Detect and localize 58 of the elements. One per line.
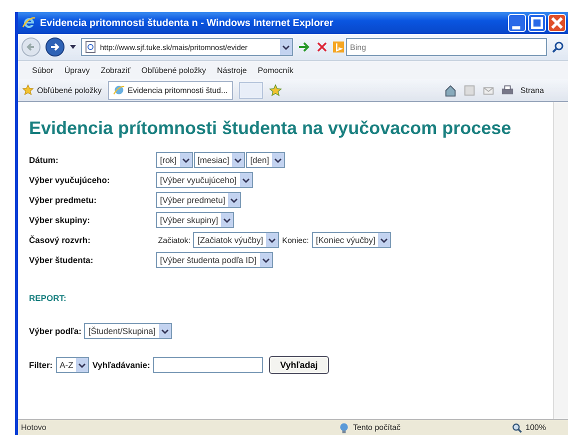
dropdown[interactable]: [mesiac]: [194, 152, 246, 168]
field-label: Časový rozvrh:: [29, 235, 92, 245]
menu-item[interactable]: Súbor: [32, 66, 54, 74]
dropdown[interactable]: [rok]: [156, 152, 193, 168]
menu-item[interactable]: Pomocník: [258, 66, 294, 74]
go-arrow-icon[interactable]: [297, 40, 311, 54]
field-label: Výber vyučujúceho:: [29, 175, 111, 185]
dropdown[interactable]: [Koniec výučby]: [312, 232, 392, 248]
search-provider-icon: [333, 41, 344, 53]
dropdown[interactable]: [Výber skupiny]: [156, 212, 234, 228]
dropdown[interactable]: [Začiatok výučby]: [193, 232, 280, 248]
page-heading: Evidencia prítomnosti študenta na vyučovacom procese: [29, 118, 512, 139]
forward-button[interactable]: [45, 37, 65, 57]
dropdown[interactable]: [Výber predmetu]: [156, 192, 242, 208]
section-title: REPORT:: [29, 293, 68, 303]
dropdown[interactable]: [Výber študenta podľa ID]: [156, 252, 273, 268]
page-icon: [85, 41, 96, 53]
search-field[interactable]: Bing: [346, 38, 547, 56]
star-icon: [22, 84, 34, 96]
browser-tab[interactable]: Evidencia pritomnosti štud...: [108, 80, 233, 100]
add-favorite-icon[interactable]: [268, 84, 282, 96]
close-button[interactable]: [548, 14, 566, 32]
minimize-button[interactable]: [508, 14, 526, 32]
security-zone: Tento počítač: [338, 422, 401, 434]
stop-icon[interactable]: [315, 40, 329, 54]
search-icon[interactable]: [551, 40, 565, 54]
home-icon[interactable]: [444, 84, 458, 96]
zoom-level[interactable]: 100%: [510, 422, 546, 434]
field-label: Koniec:: [282, 236, 309, 244]
search-input[interactable]: [153, 357, 264, 373]
field-label: Filter:: [29, 360, 53, 370]
maximize-button[interactable]: [528, 14, 546, 32]
favorites-button[interactable]: Obľúbené položky: [22, 84, 102, 96]
status-text: Hotovo: [21, 423, 48, 432]
field-label: Výber podľa:: [29, 326, 82, 336]
magnifier-icon: [510, 422, 523, 434]
dropdown[interactable]: [Výber vyučujúceho]: [156, 172, 253, 188]
field-label: Výber predmetu:: [29, 195, 98, 205]
menu-item[interactable]: Obľúbené položky: [141, 66, 206, 74]
page-menu[interactable]: Strana: [520, 86, 544, 94]
dropdown[interactable]: [den]: [246, 152, 286, 168]
printer-icon[interactable]: [501, 84, 514, 96]
search-button[interactable]: Vyhľadaj: [269, 356, 329, 374]
field-label: Výber študenta:: [29, 255, 94, 265]
window-title: Evidencia pritomnosti študenta n - Windows Internet Explorer: [40, 18, 334, 28]
menu-item[interactable]: Zobraziť: [100, 66, 130, 74]
menu-item[interactable]: Nástroje: [217, 66, 247, 74]
field-label: Vyhľadávanie:: [92, 360, 150, 370]
e-logo-icon: [22, 16, 36, 30]
dropdown[interactable]: A-Z: [56, 357, 90, 373]
field-label: Výber skupiny:: [29, 215, 91, 225]
caret-icon[interactable]: [69, 43, 77, 51]
dropdown[interactable]: [Študent/Skupina]: [84, 323, 172, 339]
menu-item[interactable]: Úpravy: [64, 66, 90, 74]
e-logo-icon: [112, 84, 125, 96]
field-label: Dátum:: [29, 155, 60, 165]
scrollbar[interactable]: [553, 102, 568, 419]
field-label: Začiatok:: [158, 236, 190, 244]
